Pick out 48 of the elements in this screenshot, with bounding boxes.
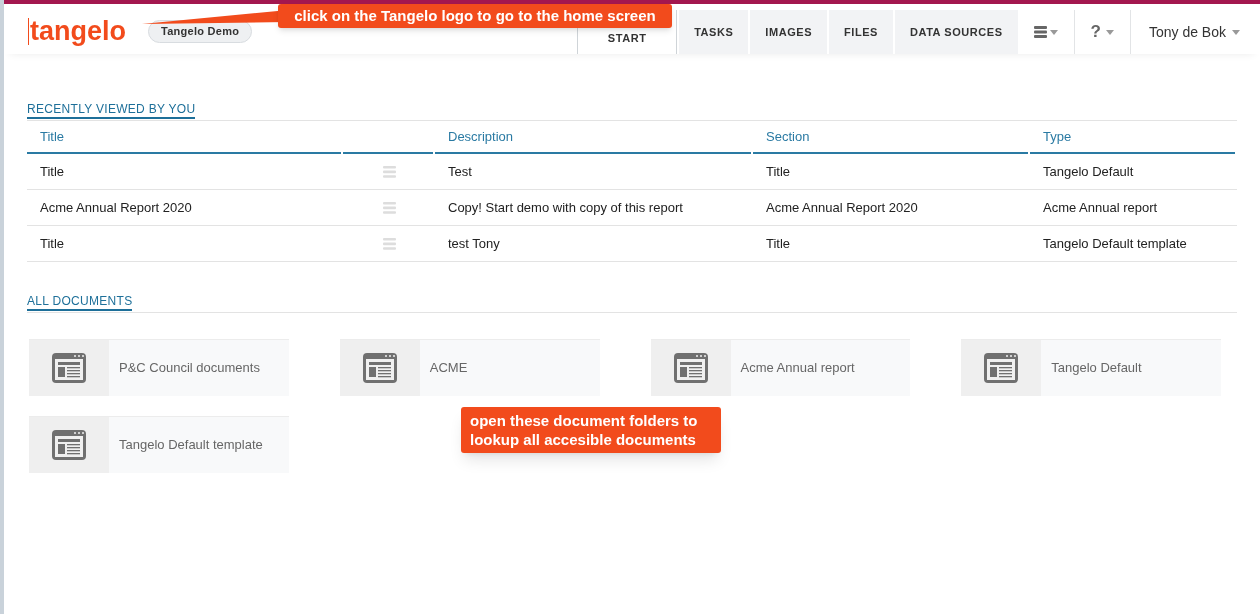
nav-tab[interactable]: IMAGES [750, 10, 828, 54]
folder-card[interactable]: ACME [339, 339, 600, 396]
caret-icon [1105, 29, 1114, 35]
table-cell: Title [753, 226, 1030, 262]
column-header[interactable]: Description [435, 121, 751, 154]
document-window-icon [983, 352, 1020, 384]
folder-card[interactable]: Acme Annual report [650, 339, 911, 396]
nav-tab[interactable]: TASKS [679, 10, 749, 54]
menu-icon [1033, 26, 1047, 38]
document-window-icon [672, 352, 709, 384]
folder-card[interactable]: P&C Council documents [29, 339, 289, 396]
table-cell: Acme Annual report [1030, 190, 1237, 226]
table-cell: Title [27, 226, 343, 262]
table-cell: Acme Annual Report 2020 [753, 190, 1030, 226]
folder-name: P&C Council documents [118, 359, 260, 378]
table-cell: Test [435, 154, 753, 190]
folder-name: Tangelo Default [1050, 359, 1142, 378]
nav-tab[interactable]: FILES [829, 10, 893, 54]
caret-icon [1049, 29, 1058, 35]
section-heading: RECENTLY VIEWED BY YOU [27, 101, 196, 119]
tangelo-logo[interactable]: tangelo [28, 17, 126, 45]
section-heading: ALL DOCUMENTS [27, 293, 133, 311]
document-window-icon [361, 352, 398, 384]
document-window-icon [51, 352, 87, 384]
table-cell: test Tony [435, 226, 753, 262]
folder-name: ACME [428, 359, 468, 378]
column-header[interactable]: Section [753, 121, 1028, 154]
column-header[interactable]: Title [27, 121, 341, 154]
table-cell: Title [753, 154, 1030, 190]
folder-name: Tangelo Default template [118, 436, 263, 455]
folder-card[interactable]: Tangelo Default [961, 339, 1221, 396]
table-cell: Acme Annual Report 2020 [27, 190, 343, 226]
table-cell: Copy! Start demo with copy of this report [435, 190, 753, 226]
help-button[interactable]: ? [1074, 10, 1131, 54]
folder-name: Acme Annual report [739, 359, 855, 378]
caret-icon [1232, 29, 1240, 35]
hint-tooltip: open these document folders to lookup all accesible documents [461, 407, 721, 453]
drag-handle-icon[interactable] [382, 237, 396, 250]
user-menu[interactable]: Tony de Bok [1130, 10, 1240, 54]
nav-tab[interactable]: DATA SOURCES [894, 10, 1018, 54]
table-cell: Tangelo Default template [1030, 226, 1237, 262]
drag-handle-icon[interactable] [382, 165, 396, 178]
drag-handle-icon[interactable] [382, 201, 396, 214]
folder-card[interactable]: Tangelo Default template [29, 416, 289, 473]
column-header[interactable]: Type [1030, 121, 1235, 154]
document-window-icon [51, 429, 87, 461]
table-cell: Tangelo Default [1030, 154, 1237, 190]
table-cell: Title [27, 154, 343, 190]
